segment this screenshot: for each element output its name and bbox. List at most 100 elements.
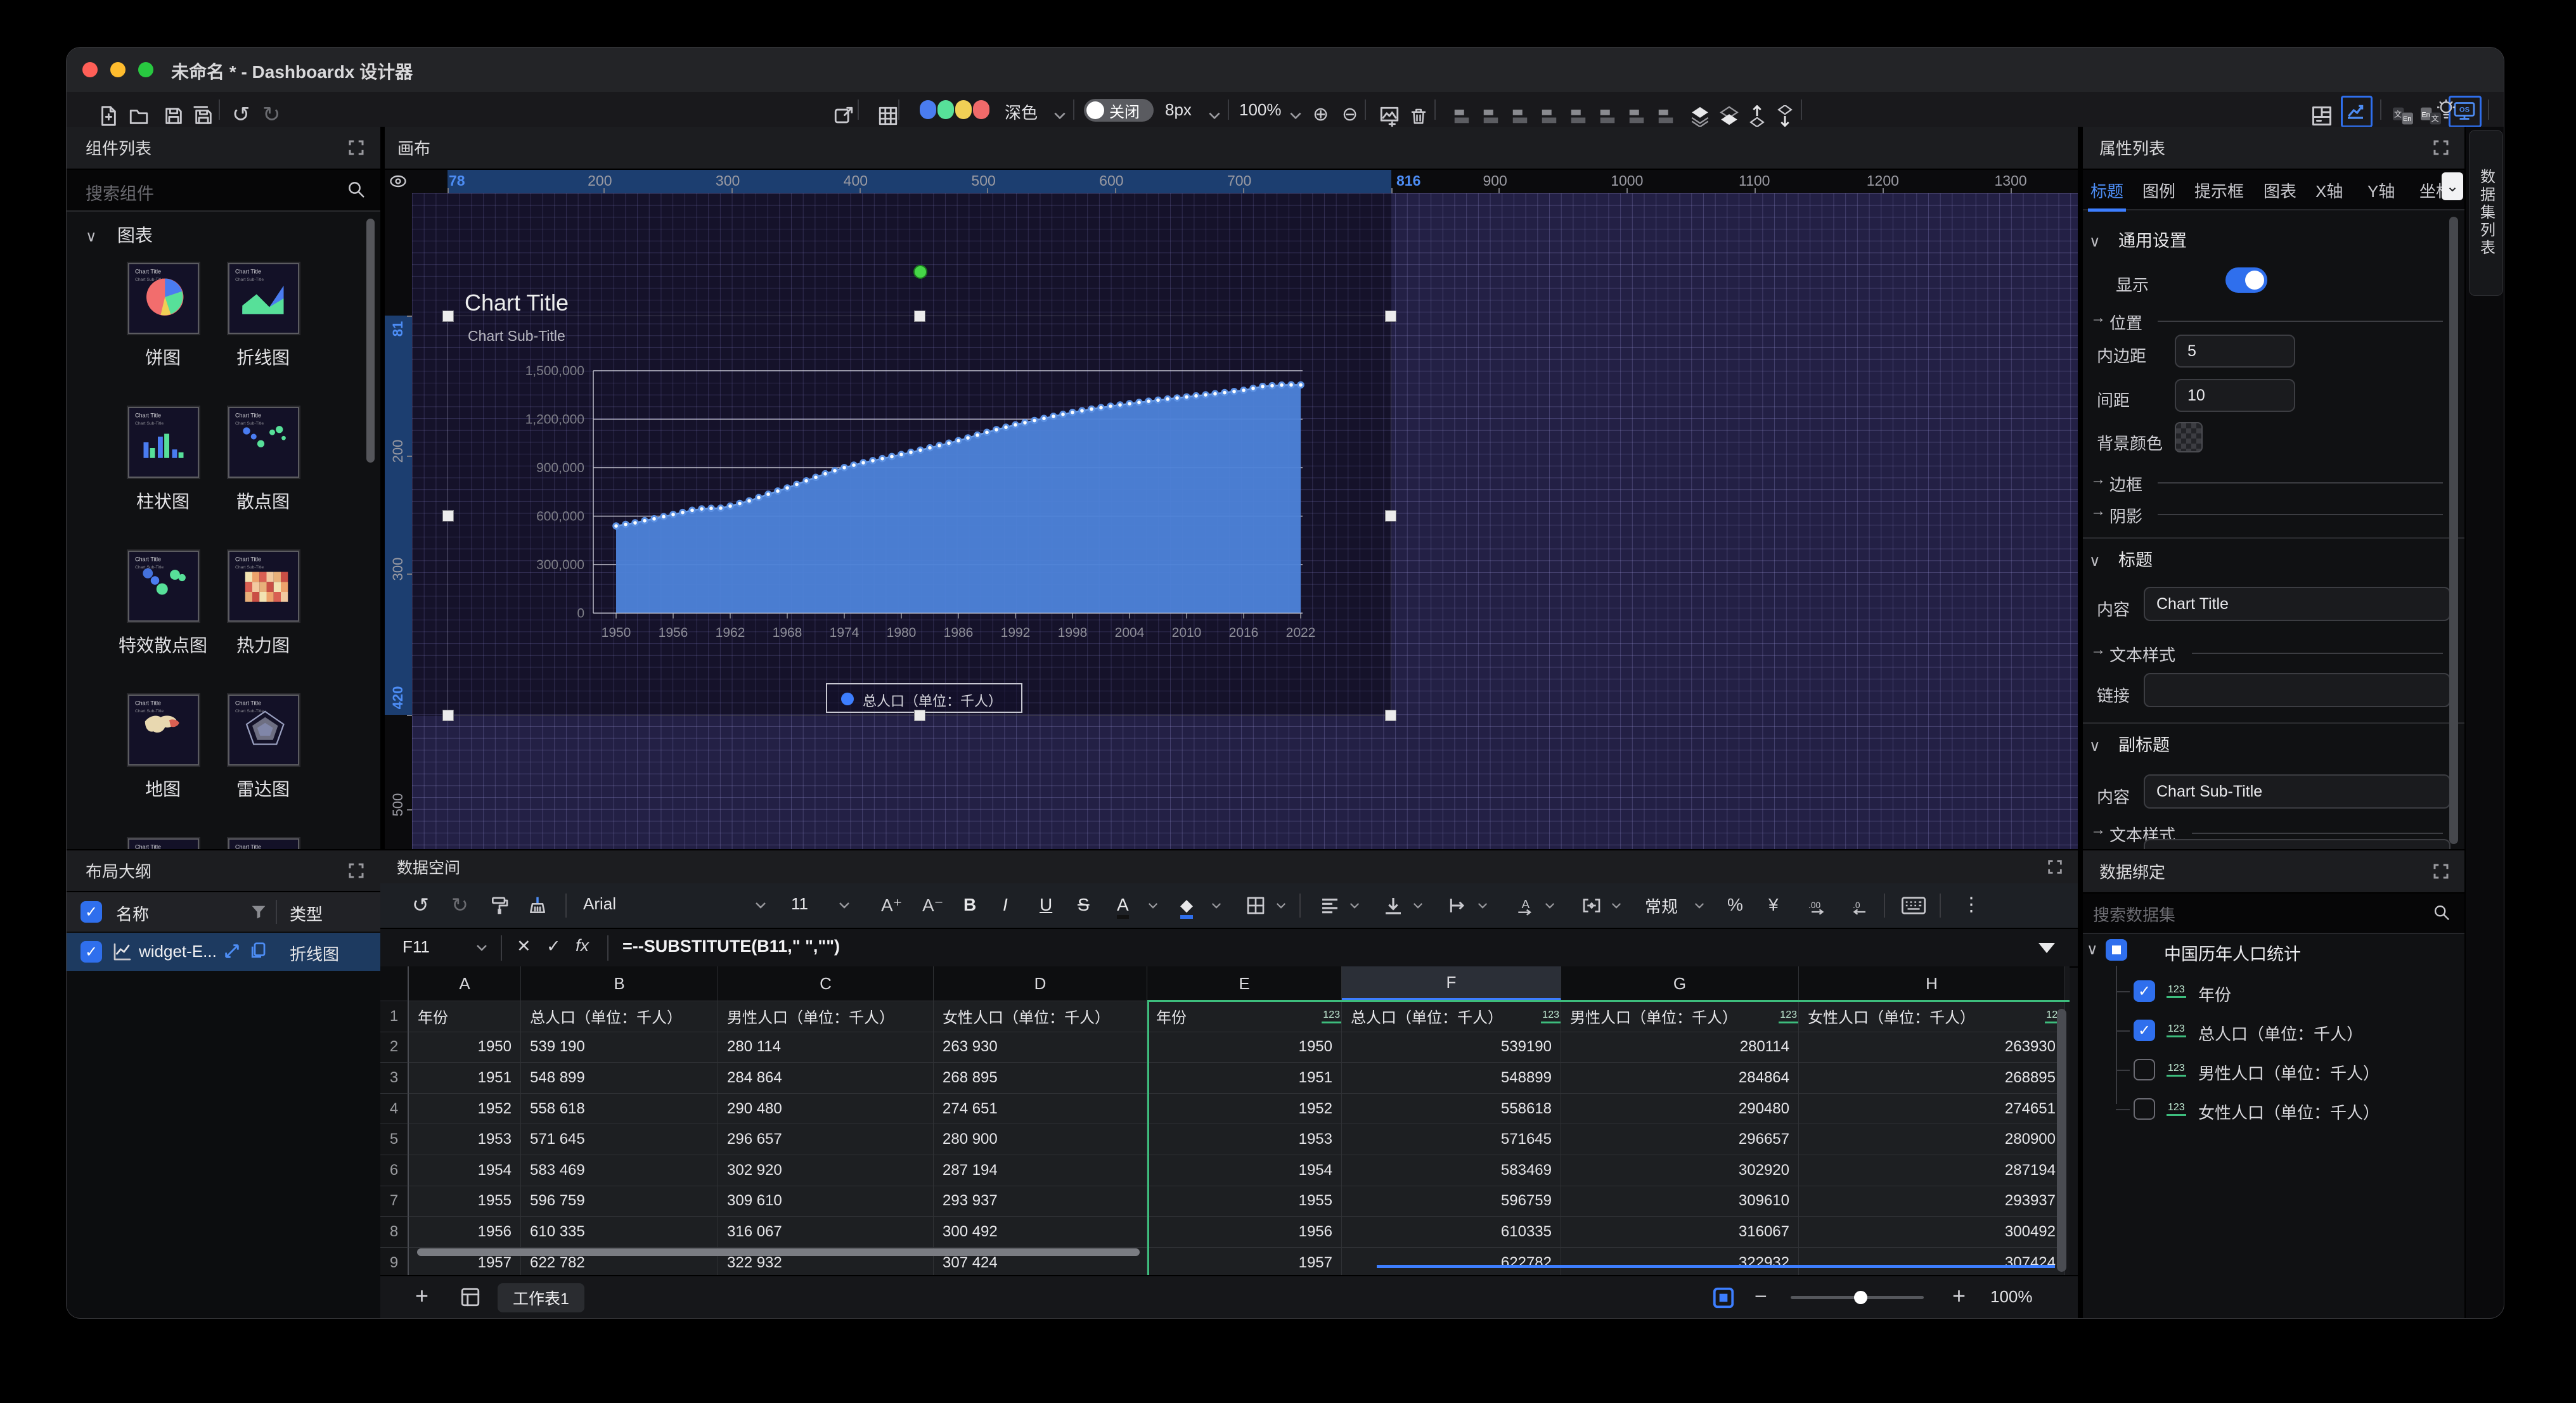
arrow-icon[interactable]: → xyxy=(2090,471,2106,489)
sheet-cell[interactable]: 583 469 xyxy=(521,1155,718,1186)
sheet-cell[interactable]: 596 759 xyxy=(521,1186,718,1217)
component-item-radar[interactable]: Chart TitleChart Sub-Title 雷达图 xyxy=(228,695,307,828)
paint-format-icon[interactable] xyxy=(489,895,510,916)
redo-button[interactable]: ↻ xyxy=(262,104,281,125)
arrow-icon[interactable]: → xyxy=(2090,641,2106,659)
bring-forward-icon[interactable] xyxy=(1746,105,1768,127)
component-item-pie[interactable]: Chart TitleChart Sub-Title 饼图 xyxy=(128,263,207,396)
field-checkbox[interactable] xyxy=(2134,1059,2155,1080)
sheet-cell[interactable]: 280 900 xyxy=(934,1124,1147,1155)
dataset-node[interactable]: ∨ 中国历年人口统计 xyxy=(2083,933,2464,968)
sheet-cell[interactable]: 268895 xyxy=(1799,1063,2065,1094)
undo-button[interactable]: ↺ xyxy=(412,893,429,917)
align-right-icon[interactable] xyxy=(1510,106,1530,125)
arrow-icon[interactable]: → xyxy=(2090,309,2106,327)
send-to-back-icon[interactable] xyxy=(1718,105,1740,127)
panel-layout-icon[interactable] xyxy=(2310,105,2333,127)
row-number[interactable]: 5 xyxy=(380,1124,409,1155)
dataset-checkbox[interactable] xyxy=(2106,939,2127,961)
sheet-cell[interactable]: 610 335 xyxy=(521,1217,718,1248)
chart-mode-button[interactable] xyxy=(2341,96,2373,127)
properties-scrollbar[interactable] xyxy=(2449,217,2458,844)
font-color-button[interactable]: A xyxy=(1117,895,1129,919)
save-as-button[interactable] xyxy=(193,105,214,127)
sheet-cell[interactable]: 302 920 xyxy=(718,1155,934,1186)
field-node[interactable]: 123 女性人口（单位：千人） xyxy=(2083,1092,2464,1128)
sheet-cell[interactable]: 300492 xyxy=(1799,1217,2065,1248)
distribute-h-icon[interactable] xyxy=(1627,106,1646,125)
tab-scroll-button[interactable]: ⌄ xyxy=(2442,172,2463,200)
tab-提示框[interactable]: 提示框 xyxy=(2194,179,2244,202)
undo-button[interactable]: ↺ xyxy=(232,104,250,125)
save-button[interactable] xyxy=(163,105,184,127)
column-header-C[interactable]: C xyxy=(718,966,934,1001)
sheet-cell[interactable]: 622782 xyxy=(1342,1248,1561,1275)
sheet-cell[interactable]: 274651 xyxy=(1799,1094,2065,1125)
sheet-cell[interactable]: 总人口（单位：千人） xyxy=(521,1001,718,1032)
resize-arrow-icon[interactable] xyxy=(223,942,241,960)
open-file-button[interactable] xyxy=(128,105,150,127)
chevron-down-icon[interactable] xyxy=(754,901,767,910)
translate-cn-en-icon[interactable]: 文En xyxy=(2392,106,2414,126)
chevron-down-icon[interactable] xyxy=(1275,902,1287,910)
column-header-D[interactable]: D xyxy=(934,966,1147,1001)
sheet-cell[interactable]: 1952 xyxy=(409,1094,521,1125)
palette-color-3[interactable] xyxy=(973,100,989,119)
chart-section-toggle[interactable]: ∨ 图表 xyxy=(86,222,153,247)
sheet-cell[interactable]: 293937 xyxy=(1799,1186,2065,1217)
zoom-out-button[interactable]: − xyxy=(1755,1284,1767,1309)
sheet-cell[interactable]: 284 864 xyxy=(718,1063,934,1094)
sheet-cell[interactable]: 548 899 xyxy=(521,1063,718,1094)
palette-color-1[interactable] xyxy=(937,100,954,119)
sheet-cell[interactable]: 293 937 xyxy=(934,1186,1147,1217)
chevron-down-icon[interactable] xyxy=(1053,111,1067,121)
borders-icon[interactable] xyxy=(1246,895,1266,916)
sheet-horizontal-scrollbar[interactable] xyxy=(417,1248,1140,1256)
sheet-cell[interactable]: 男性人口（单位：千人）123 xyxy=(1561,1001,1799,1032)
component-item-heatmap[interactable]: Chart TitleChart Sub-Title 热力图 xyxy=(228,551,307,684)
sheet-cell[interactable]: 596759 xyxy=(1342,1186,1561,1217)
column-header-B[interactable]: B xyxy=(521,966,718,1001)
gap-input[interactable]: 10 xyxy=(2175,379,2295,412)
align-top-icon[interactable] xyxy=(1540,106,1559,125)
italic-button[interactable]: I xyxy=(1003,895,1008,915)
sheet-cell[interactable]: 548899 xyxy=(1342,1063,1561,1094)
binding-search[interactable]: 搜索数据集 xyxy=(2083,894,2464,934)
row-number[interactable]: 6 xyxy=(380,1155,409,1186)
chevron-down-icon[interactable] xyxy=(1477,902,1488,910)
component-item-partial[interactable]: Chart TitleChart Sub-Title xyxy=(128,838,207,849)
sheet-cell[interactable]: 1950 xyxy=(1147,1032,1342,1063)
theme-select[interactable]: 深色 xyxy=(1005,100,1038,124)
general-section-header[interactable]: ∨ 通用设置 xyxy=(2089,227,2187,252)
sheet-cell[interactable]: 1951 xyxy=(409,1063,521,1094)
grid-toggle[interactable]: 关闭 xyxy=(1084,99,1154,122)
bring-to-front-icon[interactable] xyxy=(1689,105,1711,127)
field-node[interactable]: ✓ 123 年份 xyxy=(2083,975,2464,1010)
sheet-cell[interactable]: 1956 xyxy=(409,1217,521,1248)
chevron-down-icon[interactable] xyxy=(475,943,488,953)
sheet-cell[interactable]: 307424 xyxy=(1799,1248,2065,1275)
chevron-down-icon[interactable] xyxy=(1412,902,1424,910)
row-number[interactable]: 3 xyxy=(380,1063,409,1094)
subtitle-section-header[interactable]: ∨ 副标题 xyxy=(2089,731,2170,756)
zoom-out-icon[interactable]: ⊖ xyxy=(1342,105,1358,124)
sheet-cell[interactable]: 男性人口（单位：千人） xyxy=(718,1001,934,1032)
align-middle-icon[interactable] xyxy=(1569,106,1588,125)
align-text-icon[interactable] xyxy=(1320,895,1340,916)
component-item-effect-scatter[interactable]: Chart TitleChart Sub-Title 特效散点图 xyxy=(128,551,207,684)
sheet-cell[interactable]: 280 114 xyxy=(718,1032,934,1063)
component-item-map[interactable]: Chart TitleChart Sub-Title 地图 xyxy=(128,695,207,828)
sheet-cell[interactable]: 1951 xyxy=(1147,1063,1342,1094)
field-node[interactable]: ✓ 123 总人口（单位：千人） xyxy=(2083,1014,2464,1049)
font-size-select[interactable]: 11 xyxy=(791,894,808,914)
sheet-cell[interactable]: 296657 xyxy=(1561,1124,1799,1155)
chevron-down-icon[interactable] xyxy=(1289,111,1303,121)
outline-row-checkbox[interactable]: ✓ xyxy=(80,941,102,963)
clear-format-icon[interactable] xyxy=(527,895,548,916)
cancel-entry-button[interactable]: ✕ xyxy=(517,937,531,956)
component-item-line[interactable]: Chart TitleChart Sub-Title 折线图 xyxy=(228,263,307,396)
lightbulb-icon[interactable] xyxy=(2437,99,2455,121)
sheet-cell[interactable]: 290 480 xyxy=(718,1094,934,1125)
text-rotate-icon[interactable]: A xyxy=(1515,895,1535,916)
expand-icon[interactable] xyxy=(347,138,366,157)
